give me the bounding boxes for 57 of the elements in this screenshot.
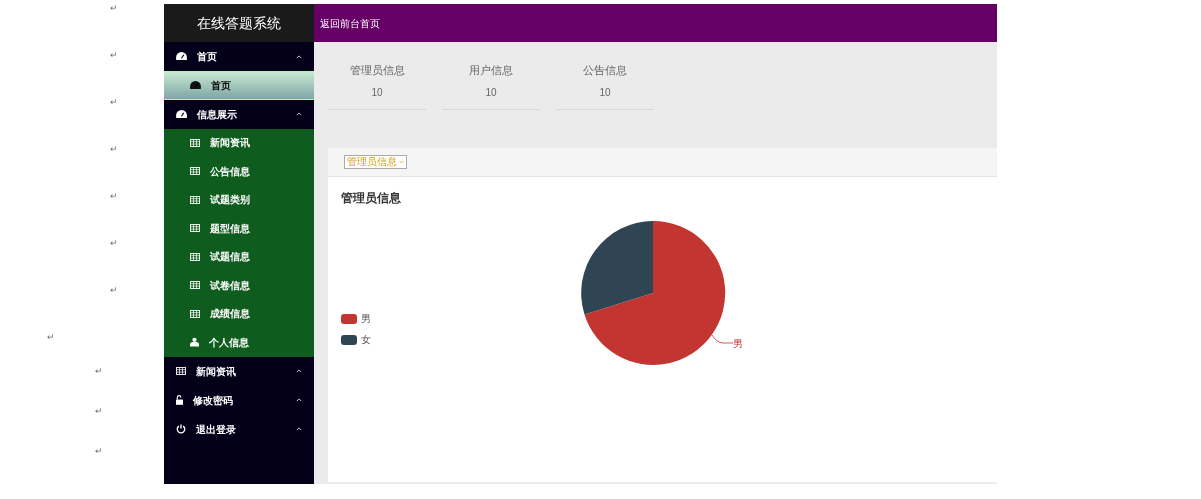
paragraph-mark: ↵ [110, 191, 118, 201]
stat-value: 10 [485, 85, 497, 100]
submenu-item[interactable]: 成绩信息 [164, 299, 314, 328]
chevron-icon [296, 369, 302, 373]
submenu-item[interactable]: 试题类别 [164, 185, 314, 214]
legend-label: 男 [361, 312, 371, 326]
paragraph-mark: ↵ [110, 238, 118, 248]
dashboard-icon [190, 80, 201, 90]
table-icon [190, 195, 200, 204]
user-icon [190, 337, 199, 348]
chevron-icon [399, 160, 404, 164]
paragraph-mark: ↵ [47, 332, 55, 342]
table-icon [190, 224, 200, 233]
submenu-item[interactable]: 个人信息 [164, 328, 314, 357]
app-title: 在线答题系统 [197, 13, 281, 33]
menu-item[interactable]: 信息展示 [164, 99, 314, 129]
table-icon [190, 281, 200, 290]
chevron-icon [296, 54, 302, 59]
dashboard-icon [176, 52, 187, 61]
paragraph-mark: ↵ [110, 285, 118, 295]
table-icon [176, 367, 186, 375]
chevron-icon [296, 427, 302, 431]
chevron-icon [296, 112, 302, 116]
stat-label: 用户信息 [469, 63, 513, 78]
submenu-item[interactable]: 试题信息 [164, 242, 314, 271]
submenu-item[interactable]: 试卷信息 [164, 271, 314, 300]
menu-item[interactable]: 首页 [164, 42, 314, 71]
submenu-item[interactable]: 题型信息 [164, 214, 314, 243]
paragraph-mark: ↵ [110, 97, 118, 107]
home-link[interactable]: 返回前台首页 [320, 15, 380, 31]
table-icon [190, 309, 200, 318]
table-icon [190, 138, 200, 147]
paragraph-mark: ↵ [95, 366, 103, 376]
slice-label: 男 [733, 337, 743, 351]
stat-label: 公告信息 [583, 63, 627, 78]
submenu-item[interactable]: 公告信息 [164, 157, 314, 186]
power-icon [176, 424, 186, 434]
dashboard-icon [176, 109, 187, 119]
unlocked-padlock-icon [176, 395, 183, 405]
stat-value: 10 [599, 85, 611, 100]
submenu-item[interactable]: 新闻资讯 [164, 128, 314, 157]
paragraph-mark: ↵ [110, 3, 118, 13]
chart-title: 管理员信息 [341, 190, 402, 207]
menu-item[interactable]: 新闻资讯 [164, 356, 314, 386]
stat-label: 管理员信息 [349, 63, 405, 78]
chevron-icon [296, 398, 302, 402]
submenu-item[interactable]: 首页 [164, 71, 314, 100]
menu-item[interactable]: 退出登录 [164, 414, 314, 444]
table-icon [190, 252, 200, 261]
menu-item[interactable]: 修改密码 [164, 385, 314, 415]
paragraph-mark: ↵ [110, 50, 118, 60]
table-icon [190, 167, 200, 176]
paragraph-mark: ↵ [95, 406, 103, 416]
stat-value: 10 [371, 85, 383, 100]
legend-label: 女 [361, 333, 371, 347]
paragraph-mark: ↵ [95, 446, 103, 456]
paragraph-mark: ↵ [110, 144, 118, 154]
